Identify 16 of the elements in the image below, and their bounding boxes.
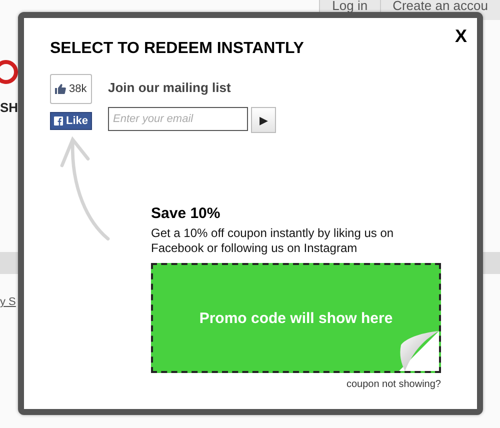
offer-heading: Save 10%: [151, 205, 222, 222]
close-button[interactable]: X: [454, 26, 467, 47]
mailing-list-label: Join our mailing list: [108, 80, 232, 95]
coupon-help-link[interactable]: coupon not showing?: [151, 379, 441, 390]
offer-description: Get a 10% off coupon instantly by liking us on Facebook or following us on Instagram: [151, 226, 395, 256]
page-link[interactable]: y S: [0, 296, 16, 308]
thumbs-up-icon: [54, 83, 66, 95]
logo-text: SH: [0, 100, 18, 115]
submit-button[interactable]: ▶: [251, 107, 276, 133]
page-curl-icon: [399, 331, 439, 371]
email-field[interactable]: Enter your email: [108, 107, 248, 131]
like-count: 38k: [69, 83, 87, 95]
modal-title: SELECT TO REDEEM INSTANTLY: [50, 40, 305, 58]
promo-code-box: Promo code will show here: [151, 263, 441, 373]
facebook-like-button[interactable]: Like: [50, 112, 92, 130]
facebook-icon: [54, 115, 63, 127]
